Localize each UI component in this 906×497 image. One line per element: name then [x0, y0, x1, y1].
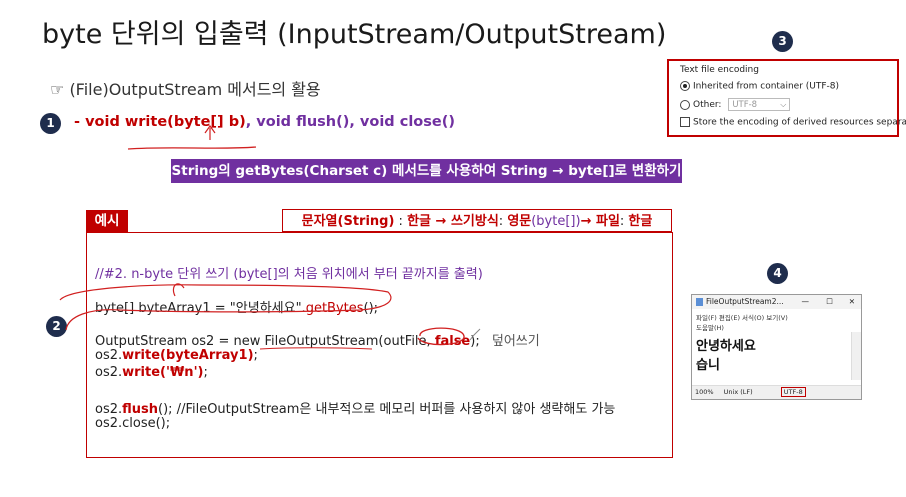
badge-1: 1 [40, 113, 61, 134]
notepad-app-icon [696, 298, 703, 306]
radio-other[interactable] [680, 99, 690, 110]
notepad-menu-help[interactable]: 도움말(H) [696, 322, 724, 332]
code-example-box: //#2. n-byte 단위 쓰기 (byte[]의 처음 위치에서 부터 끝… [86, 232, 673, 458]
other-option[interactable]: Other: UTF-8 [680, 98, 791, 111]
status-zoom: 100% [695, 388, 714, 396]
close-icon[interactable]: ✕ [849, 295, 855, 309]
sb-bytearray: (byte[]) [531, 214, 581, 229]
code-semicolon-a: ; [253, 348, 258, 363]
code-line-write2: os2.write('₩n'); [95, 365, 208, 380]
page-title: byte 단위의 입출력 (InputStream/OutputStream) [42, 19, 667, 50]
status-encoding: UTF-8 [780, 387, 806, 397]
pointing-hand-icon: ☞ [50, 80, 65, 99]
sb-english: 영문 [507, 214, 532, 229]
code-write-newline: write('₩n') [122, 365, 204, 380]
notepad-menu-bar[interactable]: 파일(F) 편집(E) 서식(O) 보기(V) [696, 312, 788, 322]
code-os2-b: os2. [95, 365, 123, 380]
code-flush-rest: (); //FileOutputStream은 내부적으로 메모리 버퍼를 사용… [158, 402, 616, 417]
encoding-select[interactable]: UTF-8 [728, 98, 791, 111]
status-eol: Unix (LF) [723, 388, 753, 396]
code-os-end: ); [470, 334, 480, 349]
notepad-text-line1[interactable]: 안녕하세요 [696, 335, 756, 354]
notepad-statusbar: 100% Unix (LF) UTF-8 [692, 385, 861, 399]
subtitle-text: (File)OutputStream 메서드의 활용 [69, 80, 321, 99]
inherited-label: Inherited from container (UTF-8) [693, 81, 840, 92]
string-conversion-box: 문자열(String) : 한글 → 쓰기방식: 영문(byte[])→ 파일:… [282, 209, 672, 232]
badge-3: 3 [772, 31, 793, 52]
method-signatures: - void write(byte[] b), void flush(), vo… [74, 114, 455, 130]
code-semicolon-b: ; [203, 365, 208, 380]
other-label: Other: [693, 100, 722, 110]
code-flush: flush [122, 402, 159, 417]
sb-colon1: : [394, 214, 408, 229]
write-method-name: void write( [85, 114, 174, 130]
inherited-option[interactable]: Inherited from container (UTF-8) [680, 81, 839, 92]
code-os2-a: os2. [95, 348, 123, 363]
sb-file: → 파일 [580, 214, 620, 229]
subtitle: ☞ (File)OutputStream 메서드의 활용 [50, 76, 321, 100]
sb-hangul: 한글 [628, 214, 653, 229]
code-bytearray-end: (); [363, 301, 379, 316]
notepad-window: FileOutputStream2... — ☐ ✕ 파일(F) 편집(E) 서… [691, 294, 862, 400]
store-encoding-option[interactable]: Store the encoding of derived resources … [680, 117, 906, 128]
code-false: false [434, 334, 471, 349]
other-methods: , void flush(), void close() [245, 114, 455, 130]
code-os-decl: OutputStream os2 = new FileOutputStream(… [95, 334, 435, 349]
code-line-flush: os2.flush(); //FileOutputStream은 내부적으로 메… [95, 398, 615, 417]
notepad-scrollbar[interactable] [851, 332, 861, 380]
badge-2: 2 [46, 316, 67, 337]
notepad-text-line2[interactable]: 습니 [696, 354, 720, 373]
method-dash: - [74, 114, 86, 130]
store-encoding-label: Store the encoding of derived resources … [693, 117, 906, 128]
sb-hangul-write: 한글 → 쓰기방식 [407, 214, 499, 229]
code-write-bytearray: write(byteArray1) [122, 348, 254, 363]
maximize-icon[interactable]: ☐ [826, 295, 833, 309]
encoding-heading: Text file encoding [680, 65, 759, 75]
example-label: 예시 [86, 210, 128, 232]
code-line-write1: os2.write(byteArray1); [95, 348, 258, 363]
notepad-titlebar: FileOutputStream2... — ☐ ✕ [692, 295, 861, 309]
code-bytearray-decl: byte[] byteArray1 = "안녕하세요". [95, 301, 306, 316]
code-line-close: os2.close(); [95, 416, 171, 431]
code-getbytes: getBytes [305, 301, 364, 316]
store-encoding-checkbox[interactable] [680, 117, 690, 127]
badge-4: 4 [767, 263, 788, 284]
overwrite-note: 덮어쓰기 [491, 334, 540, 349]
code-line-bytearray: byte[] byteArray1 = "안녕하세요".getBytes(); [95, 297, 378, 316]
radio-inherited[interactable] [680, 81, 690, 91]
sb-string: 문자열(String) [301, 214, 395, 229]
write-method-param: byte[] b) [173, 114, 246, 130]
code-line-outputstream: OutputStream os2 = new FileOutputStream(… [95, 330, 540, 349]
code-comment-line: //#2. n-byte 단위 쓰기 (byte[]의 처음 위치에서 부터 끝… [95, 267, 483, 282]
text-file-encoding-panel: Text file encoding Inherited from contai… [667, 59, 906, 137]
notepad-title: FileOutputStream2... [706, 297, 784, 306]
getbytes-banner: String의 getBytes(Charset c) 메서드를 사용하여 St… [171, 159, 682, 183]
minimize-icon[interactable]: — [802, 295, 810, 309]
annotation-write-underline [127, 146, 257, 150]
code-os2-c: os2. [95, 402, 123, 417]
